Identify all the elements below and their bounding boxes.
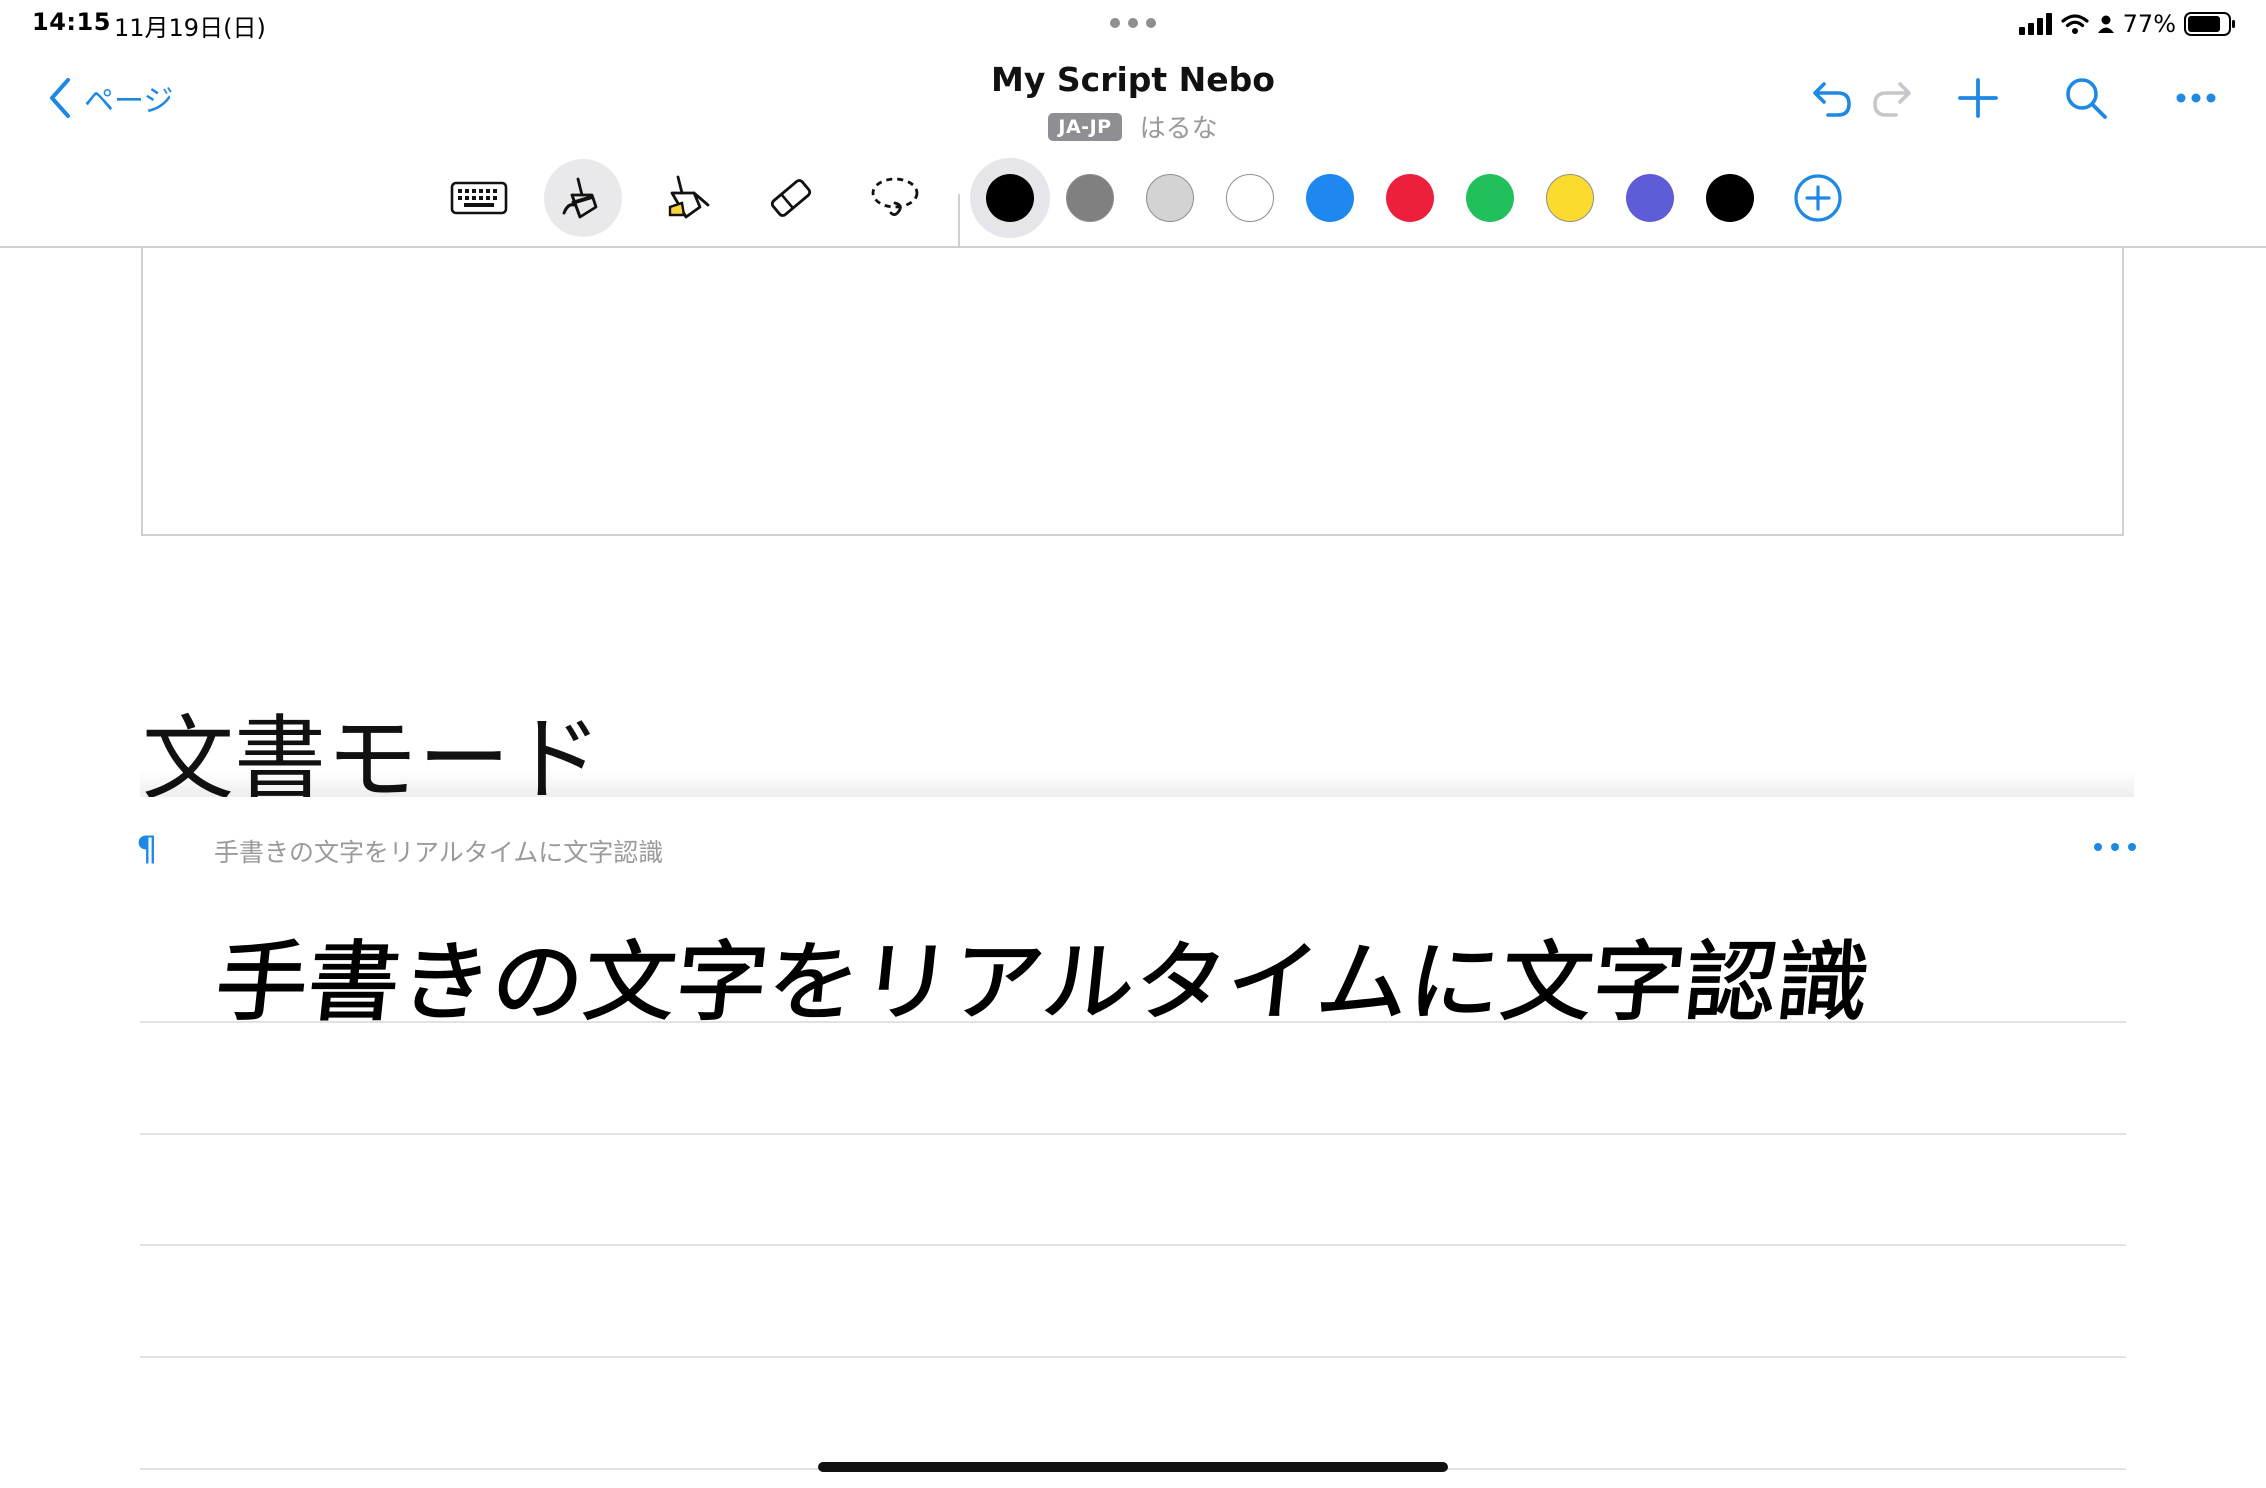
add-button[interactable] bbox=[1948, 70, 2008, 126]
home-indicator[interactable] bbox=[818, 1462, 1448, 1472]
tool-palette bbox=[440, 158, 1858, 246]
more-options-button[interactable] bbox=[2166, 70, 2226, 126]
undo-icon bbox=[1813, 82, 1851, 117]
color-black-2[interactable] bbox=[1690, 158, 1770, 238]
dot bbox=[1128, 18, 1138, 28]
language-badge[interactable]: JA-JP bbox=[1048, 112, 1122, 141]
keyboard-icon bbox=[450, 181, 508, 215]
dot bbox=[1146, 18, 1156, 28]
lasso-tool[interactable] bbox=[856, 159, 934, 237]
nav-actions bbox=[1802, 70, 2226, 126]
paragraph-block[interactable]: ¶ 手書きの文字をリアルタイムに文字認識 手書きの文字をリアルタイムに文字認識 bbox=[0, 797, 2266, 1488]
pen-icon bbox=[562, 177, 598, 219]
diagram-block[interactable] bbox=[141, 246, 2124, 536]
color-dot bbox=[1065, 174, 1114, 222]
dot bbox=[2111, 843, 2119, 851]
ruled-line bbox=[140, 1244, 2126, 1246]
color-dot bbox=[1625, 174, 1674, 222]
status-date: 11月19日(日) bbox=[114, 14, 266, 42]
color-dot bbox=[1545, 174, 1594, 222]
person-icon bbox=[2097, 15, 2114, 33]
wifi-icon bbox=[2061, 14, 2089, 34]
dot bbox=[2094, 843, 2102, 851]
plus-circle-icon bbox=[1793, 174, 1842, 222]
add-color-button[interactable] bbox=[1778, 158, 1858, 238]
lasso-icon bbox=[871, 177, 919, 216]
color-dot bbox=[1385, 174, 1434, 222]
section-heading[interactable]: 文書モード bbox=[142, 700, 602, 800]
eraser-icon bbox=[770, 179, 812, 217]
battery-percentage: 77% bbox=[2122, 10, 2176, 38]
search-icon bbox=[2066, 78, 2107, 119]
recognized-text-preview[interactable]: 手書きの文字をリアルタイムに文字認識 bbox=[214, 833, 663, 869]
redo-icon bbox=[1873, 82, 1911, 117]
color-dot bbox=[1305, 174, 1354, 222]
handwritten-ink[interactable]: 手書きの文字をリアルタイムに文字認識 bbox=[210, 912, 1877, 1038]
color-gray[interactable] bbox=[1050, 158, 1130, 238]
pen-tool[interactable] bbox=[544, 159, 622, 237]
plus-icon bbox=[1958, 78, 1998, 118]
status-indicators: 77% bbox=[2018, 8, 2236, 40]
color-purple[interactable] bbox=[1610, 158, 1690, 238]
toolbar-divider bbox=[958, 194, 960, 246]
search-button[interactable] bbox=[2056, 70, 2116, 126]
color-yellow[interactable] bbox=[1530, 158, 1610, 238]
color-dot bbox=[1465, 174, 1514, 222]
color-dot bbox=[985, 174, 1034, 222]
color-dot bbox=[1145, 174, 1194, 222]
battery-icon bbox=[2184, 12, 2235, 36]
color-light-gray[interactable] bbox=[1130, 158, 1210, 238]
keyboard-tool[interactable] bbox=[440, 159, 518, 237]
undo-button[interactable] bbox=[1802, 70, 1862, 126]
color-red[interactable] bbox=[1370, 158, 1450, 238]
dot bbox=[2128, 843, 2136, 851]
color-dot bbox=[1705, 174, 1754, 222]
status-time: 14:15 bbox=[32, 8, 111, 36]
color-black[interactable] bbox=[969, 158, 1050, 238]
redo-button[interactable] bbox=[1862, 70, 1922, 126]
eraser-tool[interactable] bbox=[752, 159, 830, 237]
multitasking-handle[interactable] bbox=[1110, 18, 1156, 30]
color-dot bbox=[1225, 174, 1274, 222]
highlighter-icon bbox=[668, 175, 710, 219]
highlighter-tool[interactable] bbox=[648, 159, 726, 237]
ellipsis-icon bbox=[2176, 93, 2216, 103]
color-green[interactable] bbox=[1450, 158, 1530, 238]
paragraph-mark-icon[interactable]: ¶ bbox=[136, 829, 158, 869]
dot bbox=[1110, 18, 1120, 28]
handwriting-font-name[interactable]: はるな bbox=[1140, 108, 1218, 145]
status-bar: 14:15 11月19日(日) 77% bbox=[0, 0, 2266, 48]
color-white[interactable] bbox=[1210, 158, 1290, 238]
cellular-signal-icon bbox=[2018, 13, 2052, 35]
paragraph-more-button[interactable] bbox=[2094, 837, 2136, 857]
ruled-line bbox=[140, 1133, 2126, 1135]
ruled-line bbox=[140, 1021, 2126, 1023]
color-blue[interactable] bbox=[1290, 158, 1370, 238]
ruled-line bbox=[140, 1356, 2126, 1358]
